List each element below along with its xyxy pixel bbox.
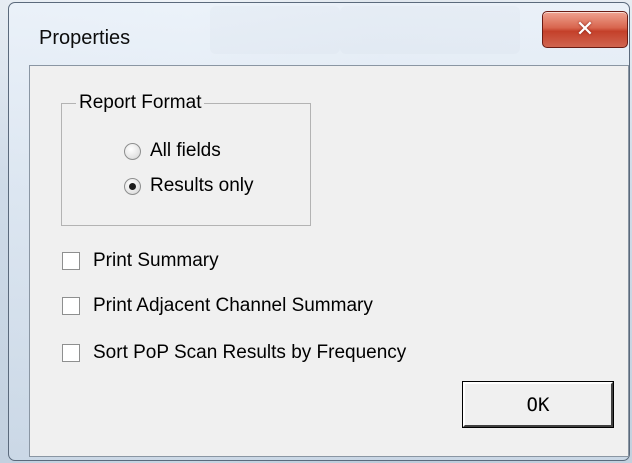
radio-all-fields[interactable]: All fields: [124, 140, 221, 162]
checkbox-sort-pop-scan-results[interactable]: Sort PoP Scan Results by Frequency: [62, 342, 406, 364]
radio-button[interactable]: [124, 142, 141, 160]
checkbox-print-adjacent-channel-summary[interactable]: Print Adjacent Channel Summary: [62, 295, 373, 317]
checkbox[interactable]: [62, 252, 80, 270]
ok-button[interactable]: OK: [463, 382, 613, 427]
properties-dialog: Properties ✕ Report Format All fields Re…: [8, 2, 630, 461]
close-button[interactable]: ✕: [542, 11, 628, 48]
radio-results-only[interactable]: Results only: [124, 175, 254, 197]
checkbox-label: Print Summary: [93, 250, 219, 271]
checkbox-label: Print Adjacent Channel Summary: [93, 295, 373, 316]
radio-selected-dot: [129, 182, 136, 190]
report-format-legend: Report Format: [76, 92, 205, 114]
radio-button[interactable]: [124, 177, 141, 195]
checkbox[interactable]: [62, 344, 80, 362]
dialog-client-area: Report Format All fields Results only Pr…: [29, 65, 629, 457]
checkbox-label: Sort PoP Scan Results by Frequency: [93, 342, 407, 363]
checkbox-print-summary[interactable]: Print Summary: [62, 250, 219, 272]
radio-label: Results only: [150, 175, 254, 196]
report-format-groupbox: Report Format All fields Results only: [61, 92, 311, 226]
checkbox[interactable]: [62, 297, 80, 315]
window-title: Properties: [39, 27, 131, 49]
radio-label: All fields: [150, 140, 221, 161]
close-icon: ✕: [575, 17, 595, 42]
